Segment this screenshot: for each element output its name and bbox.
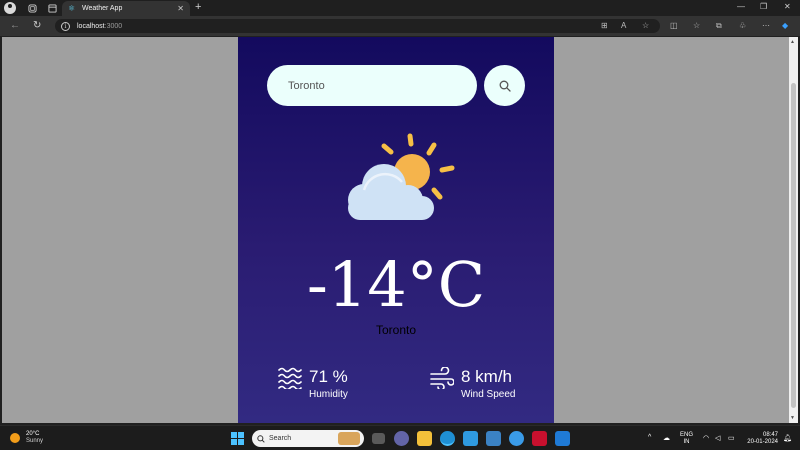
search-icon (257, 434, 265, 443)
onedrive-icon[interactable]: ☁ (663, 434, 670, 442)
city-search-input[interactable] (267, 65, 477, 106)
url-host: localhost (77, 22, 105, 30)
apps-grid-icon[interactable]: ⊞ (601, 21, 608, 30)
scroll-up-icon[interactable]: ▲ (790, 39, 795, 45)
lang-top: ENG (680, 432, 694, 438)
back-icon[interactable]: ← (10, 20, 20, 31)
address-bar-row: ← ↻ i localhost:3000 ⊞ A ☆ ◫ ☆ ⧉ ♧ ⋯ ◆ (0, 16, 800, 36)
clock-time: 08:47 (762, 432, 778, 438)
vertical-scrollbar[interactable]: ▲ ▼ (789, 37, 798, 423)
vscode-icon[interactable] (555, 431, 570, 446)
clock[interactable]: 08:47 20-01-2024 (744, 432, 778, 446)
windows-taskbar: 20°C Sunny Search ^ ☁ ENG IN ◠ ◁ ▭ 08:47… (0, 425, 800, 450)
sun-icon (10, 433, 20, 443)
humidity-label: Humidity (309, 389, 348, 400)
weather-card: -14°C Toronto 71 % Humidity (238, 37, 554, 423)
copilot-icon[interactable]: ◆ (782, 21, 788, 30)
url-port: :3000 (104, 22, 123, 30)
browser-title-bar: ⚛ Weather App ✕ + — ❐ ✕ (0, 0, 800, 16)
humidity-icon (278, 367, 302, 389)
city-name: Toronto (375, 323, 417, 337)
profile-avatar[interactable] (4, 2, 16, 14)
scroll-down-icon[interactable]: ▼ (790, 415, 795, 421)
to-do-icon[interactable] (486, 431, 501, 446)
favorite-star-icon[interactable]: ☆ (642, 21, 649, 30)
humidity-stat: 71 % Humidity (278, 367, 348, 401)
weather-widget[interactable]: 20°C Sunny (10, 431, 43, 445)
scroll-thumb[interactable] (791, 83, 796, 408)
collections-icon[interactable]: ⧉ (716, 21, 722, 31)
tab-actions-icon[interactable] (44, 0, 60, 16)
edge-browser-icon[interactable] (440, 431, 455, 446)
search-button[interactable] (484, 65, 525, 106)
search-highlight-icon (338, 432, 360, 445)
wind-label: Wind Speed (461, 389, 516, 400)
wind-value: 8 km/h (461, 367, 513, 386)
refresh-icon[interactable]: ↻ (33, 20, 41, 31)
widget-condition: Sunny (26, 438, 44, 444)
show-hidden-icons[interactable]: ^ (648, 434, 651, 441)
partly-cloudy-icon (348, 133, 455, 220)
wifi-icon[interactable]: ◠ (703, 434, 709, 442)
maximize-icon[interactable]: ❐ (760, 2, 767, 11)
read-aloud-icon[interactable]: A (621, 21, 626, 30)
file-explorer-icon[interactable] (417, 431, 432, 446)
search-icon (499, 80, 511, 92)
task-view-icon[interactable] (372, 433, 385, 444)
favorites-icon[interactable]: ☆ (693, 21, 700, 30)
close-window-icon[interactable]: ✕ (784, 2, 791, 11)
microsoft-store-icon[interactable] (463, 431, 478, 446)
teams-chat-icon[interactable] (394, 431, 409, 446)
lang-bottom: IN (683, 439, 690, 445)
site-info-icon[interactable]: i (61, 21, 70, 31)
wind-stat: 8 km/h Wind Speed (430, 367, 515, 401)
more-options-icon[interactable]: ⋯ (762, 21, 770, 30)
language-indicator[interactable]: ENG IN (680, 432, 693, 446)
react-icon: ⚛ (68, 3, 76, 13)
minimize-icon[interactable]: — (737, 2, 745, 11)
widget-temperature: 20°C (26, 431, 40, 437)
split-screen-icon[interactable]: ◫ (670, 21, 678, 30)
workspaces-icon[interactable] (24, 0, 40, 16)
new-tab-icon[interactable]: + (195, 1, 201, 13)
wind-icon (430, 367, 454, 389)
tab-weather-app[interactable]: ⚛ Weather App ✕ (62, 1, 190, 16)
notification-bell-icon[interactable]: 🔔︎ (783, 434, 792, 442)
url-field[interactable]: i localhost:3000 (55, 19, 660, 33)
chrome-icon[interactable] (509, 431, 524, 446)
volume-icon[interactable]: ◁ (715, 434, 720, 442)
page-viewport: -14°C Toronto 71 % Humidity (2, 37, 789, 423)
taskbar-search-label: Search (269, 435, 292, 442)
start-windows-icon[interactable] (231, 432, 244, 445)
clock-date: 20-01-2024 (747, 439, 778, 445)
mcafee-icon[interactable] (532, 431, 547, 446)
taskbar-search-box[interactable]: Search (252, 430, 364, 447)
humidity-value: 71 % (309, 367, 348, 386)
close-tab-icon[interactable]: ✕ (177, 4, 184, 13)
temperature-value: -14°C (306, 248, 486, 321)
extensions-icon[interactable]: ♧ (739, 21, 746, 30)
battery-icon[interactable]: ▭ (728, 434, 735, 442)
tab-title: Weather App (82, 5, 123, 12)
